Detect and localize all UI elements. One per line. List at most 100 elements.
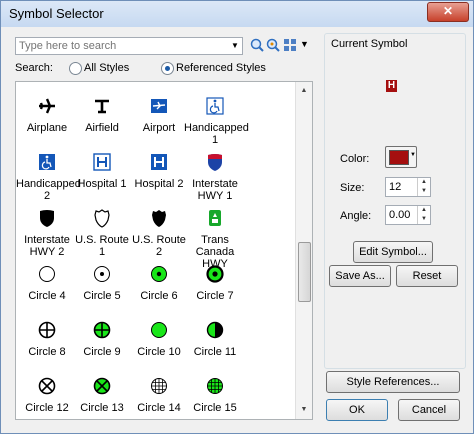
us-route-shield-icon	[94, 209, 110, 228]
symbol-item[interactable]: Circle 9	[71, 320, 133, 358]
close-button[interactable]: ✕	[427, 2, 469, 22]
search-box[interactable]: ▼	[15, 37, 243, 55]
color-swatch	[389, 150, 409, 165]
circle-half-icon	[206, 321, 224, 339]
symbol-label: Interstate HWY 1	[192, 178, 238, 202]
circle-dot-icon	[94, 266, 110, 282]
circle-ring-dot-icon	[206, 265, 224, 283]
referenced-styles-label[interactable]: Referenced Styles	[176, 62, 266, 74]
ok-button[interactable]: OK	[326, 399, 388, 421]
angle-stepper[interactable]: 0.00 ▲ ▼	[385, 205, 431, 225]
edit-symbol-button[interactable]: Edit Symbol...	[353, 241, 433, 263]
symbol-label: Circle 12	[25, 402, 69, 414]
symbol-label: Circle 14	[137, 402, 181, 414]
size-spin-arrows-icon[interactable]: ▲ ▼	[417, 178, 430, 196]
symbol-item[interactable]: Trans Canada HWY	[184, 208, 246, 270]
handicapped-icon	[206, 97, 224, 115]
interstate-shield-icon	[40, 210, 54, 227]
all-styles-label[interactable]: All Styles	[84, 62, 129, 74]
circle-cross-icon	[38, 321, 56, 339]
circle-grid-green-icon	[207, 378, 223, 394]
symbol-item[interactable]: Circle 6	[128, 264, 190, 302]
handicapped-icon	[39, 154, 55, 170]
save-as-button[interactable]: Save As...	[329, 265, 391, 287]
symbol-label: Circle 6	[140, 290, 178, 302]
style-references-button[interactable]: Style References...	[326, 371, 460, 393]
symbol-item[interactable]: Circle 8	[16, 320, 78, 358]
symbol-item[interactable]: Circle 7	[184, 264, 246, 302]
scroll-up-icon[interactable]: ▲	[296, 84, 312, 98]
symbol-item[interactable]: Circle 13	[71, 376, 133, 414]
symbol-item[interactable]: Circle 12	[16, 376, 78, 414]
search-input[interactable]	[16, 38, 227, 54]
scroll-thumb[interactable]	[298, 242, 311, 302]
interstate-shield-icon	[208, 154, 222, 171]
symbol-item[interactable]: Handicapped 1	[184, 96, 249, 146]
symbol-label: Circle 8	[28, 346, 66, 358]
symbol-label: Circle 11	[193, 346, 237, 358]
search-icon[interactable]	[250, 38, 264, 52]
symbol-item[interactable]: Interstate HWY 1	[184, 152, 246, 202]
symbol-item[interactable]: U.S. Route 1	[71, 208, 133, 258]
symbol-label: Handicapped 1	[184, 122, 249, 146]
hospital-icon	[151, 154, 167, 170]
symbol-label: U.S. Route 1	[75, 234, 129, 258]
symbol-label: Circle 13	[80, 402, 124, 414]
angle-value[interactable]: 0.00	[389, 209, 410, 221]
color-picker[interactable]: ▼	[385, 146, 417, 168]
cancel-button[interactable]: Cancel	[398, 399, 460, 421]
reset-button[interactable]: Reset	[396, 265, 458, 287]
search-label: Search:	[15, 62, 53, 74]
symbol-label: Circle 7	[196, 290, 234, 302]
current-symbol-preview: H	[386, 80, 397, 92]
symbol-item[interactable]: Circle 15	[184, 376, 246, 414]
symbol-item[interactable]: Circle 4	[16, 264, 78, 302]
symbol-label: Hospital 2	[134, 178, 184, 190]
symbol-label: Interstate HWY 2	[24, 234, 70, 258]
symbol-list-scrollbar[interactable]: ▲ ▼	[295, 82, 312, 419]
symbol-item[interactable]: Circle 11	[184, 320, 246, 358]
angle-spin-arrows-icon[interactable]: ▲ ▼	[417, 206, 430, 224]
symbol-label: Airfield	[85, 122, 119, 134]
circle-grid-icon	[151, 378, 167, 394]
symbol-label: Circle 5	[83, 290, 121, 302]
search-options-icon[interactable]	[266, 38, 280, 52]
angle-label: Angle:	[340, 210, 372, 222]
symbol-label: Circle 9	[83, 346, 121, 358]
symbol-item[interactable]: Hospital 1	[71, 152, 133, 190]
view-dropdown-icon[interactable]: ▼	[300, 39, 309, 49]
size-label: Size:	[340, 182, 365, 194]
symbol-label: Circle 10	[137, 346, 181, 358]
circle-green-icon	[151, 322, 167, 338]
airport-icon	[151, 99, 167, 113]
symbol-label: U.S. Route 2	[132, 234, 186, 258]
color-label: Color:	[340, 153, 370, 165]
referenced-styles-radio[interactable]	[161, 62, 174, 75]
title-bar[interactable]: Symbol Selector ✕	[1, 1, 473, 27]
all-styles-radio[interactable]	[69, 62, 82, 75]
circle-cross-green-icon	[93, 321, 111, 339]
hospital-icon	[93, 153, 111, 171]
size-value[interactable]: 12	[389, 181, 401, 193]
symbol-item[interactable]: Circle 10	[128, 320, 190, 358]
circle-x-green-icon	[93, 377, 111, 395]
symbol-item[interactable]: Airfield	[71, 96, 133, 134]
airplane-icon	[39, 98, 55, 114]
symbol-label: Circle 4	[28, 290, 66, 302]
search-dropdown-icon[interactable]: ▼	[228, 38, 242, 54]
circle-icon	[39, 266, 55, 282]
symbol-label: Airport	[142, 122, 176, 134]
view-grid-icon[interactable]	[283, 38, 297, 52]
size-stepper[interactable]: 12 ▲ ▼	[385, 177, 431, 197]
scroll-down-icon[interactable]: ▼	[296, 403, 312, 417]
symbol-item[interactable]: Circle 5	[71, 264, 133, 302]
symbol-item[interactable]: Hospital 2	[128, 152, 190, 190]
symbol-item[interactable]: U.S. Route 2	[128, 208, 190, 258]
symbol-label: Hospital 1	[77, 178, 127, 190]
symbol-item[interactable]: Handicapped 2	[16, 152, 81, 202]
symbol-item[interactable]: Airplane	[16, 96, 78, 134]
symbol-item[interactable]: Circle 14	[128, 376, 190, 414]
symbol-item[interactable]: Interstate HWY 2	[16, 208, 78, 258]
symbol-item[interactable]: Airport	[128, 96, 190, 134]
color-dropdown-icon: ▼	[410, 152, 416, 158]
